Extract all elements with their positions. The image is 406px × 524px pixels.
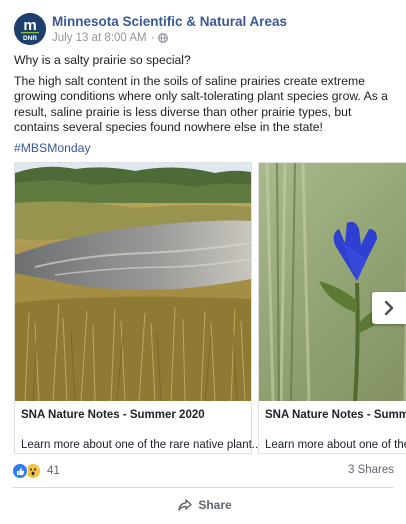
reactions-summary[interactable]: 41	[12, 463, 60, 479]
card-2-description: Learn more about one of the r	[265, 439, 406, 451]
card-2-title: SNA Nature Notes - Summer	[265, 409, 406, 421]
post-timestamp[interactable]: July 13 at 8:00 AM	[52, 32, 147, 44]
post-question: Why is a salty prairie so special?	[14, 53, 191, 67]
post-header: m DNR Minnesota Scientific & Natural Are…	[10, 8, 400, 48]
hashtag-link[interactable]: #MBSMonday	[14, 141, 398, 157]
link-carousel: SNA Nature Notes - Summer 2020 Learn mor…	[14, 162, 406, 456]
like-icon	[12, 463, 28, 479]
meta-separator: ·	[150, 32, 155, 44]
logo-dnr-text: DNR	[23, 35, 37, 42]
action-divider	[12, 487, 394, 488]
shares-count[interactable]: 3 Shares	[348, 464, 394, 476]
carousel-card-1[interactable]: SNA Nature Notes - Summer 2020 Learn mor…	[14, 162, 261, 454]
share-button[interactable]: Share	[150, 494, 260, 516]
chevron-right-icon	[384, 300, 394, 316]
globe-icon[interactable]	[158, 33, 169, 43]
card-1-title: SNA Nature Notes - Summer 2020	[21, 409, 205, 421]
page-name-link[interactable]: Minnesota Scientific & Natural Areas	[52, 14, 287, 29]
blue-gentian-photo	[259, 163, 406, 401]
logo-mark-text: m	[23, 17, 36, 34]
share-arrow-icon	[178, 499, 193, 511]
post-body: The high salt content in the soils of sa…	[14, 73, 388, 135]
dnr-logo-avatar[interactable]: m DNR	[14, 13, 46, 45]
share-label: Share	[198, 498, 232, 512]
facebook-post: m DNR Minnesota Scientific & Natural Are…	[0, 0, 406, 524]
carousel-next-button[interactable]	[372, 292, 406, 324]
post-text: Why is a salty prairie so special? The h…	[14, 53, 398, 161]
dnr-logo-icon: m DNR	[14, 13, 46, 45]
saline-prairie-photo	[15, 163, 251, 401]
post-meta: July 13 at 8:00 AM ·	[52, 32, 169, 44]
reaction-count: 41	[47, 465, 60, 477]
card-1-description: Learn more about one of the rare native …	[21, 439, 262, 451]
